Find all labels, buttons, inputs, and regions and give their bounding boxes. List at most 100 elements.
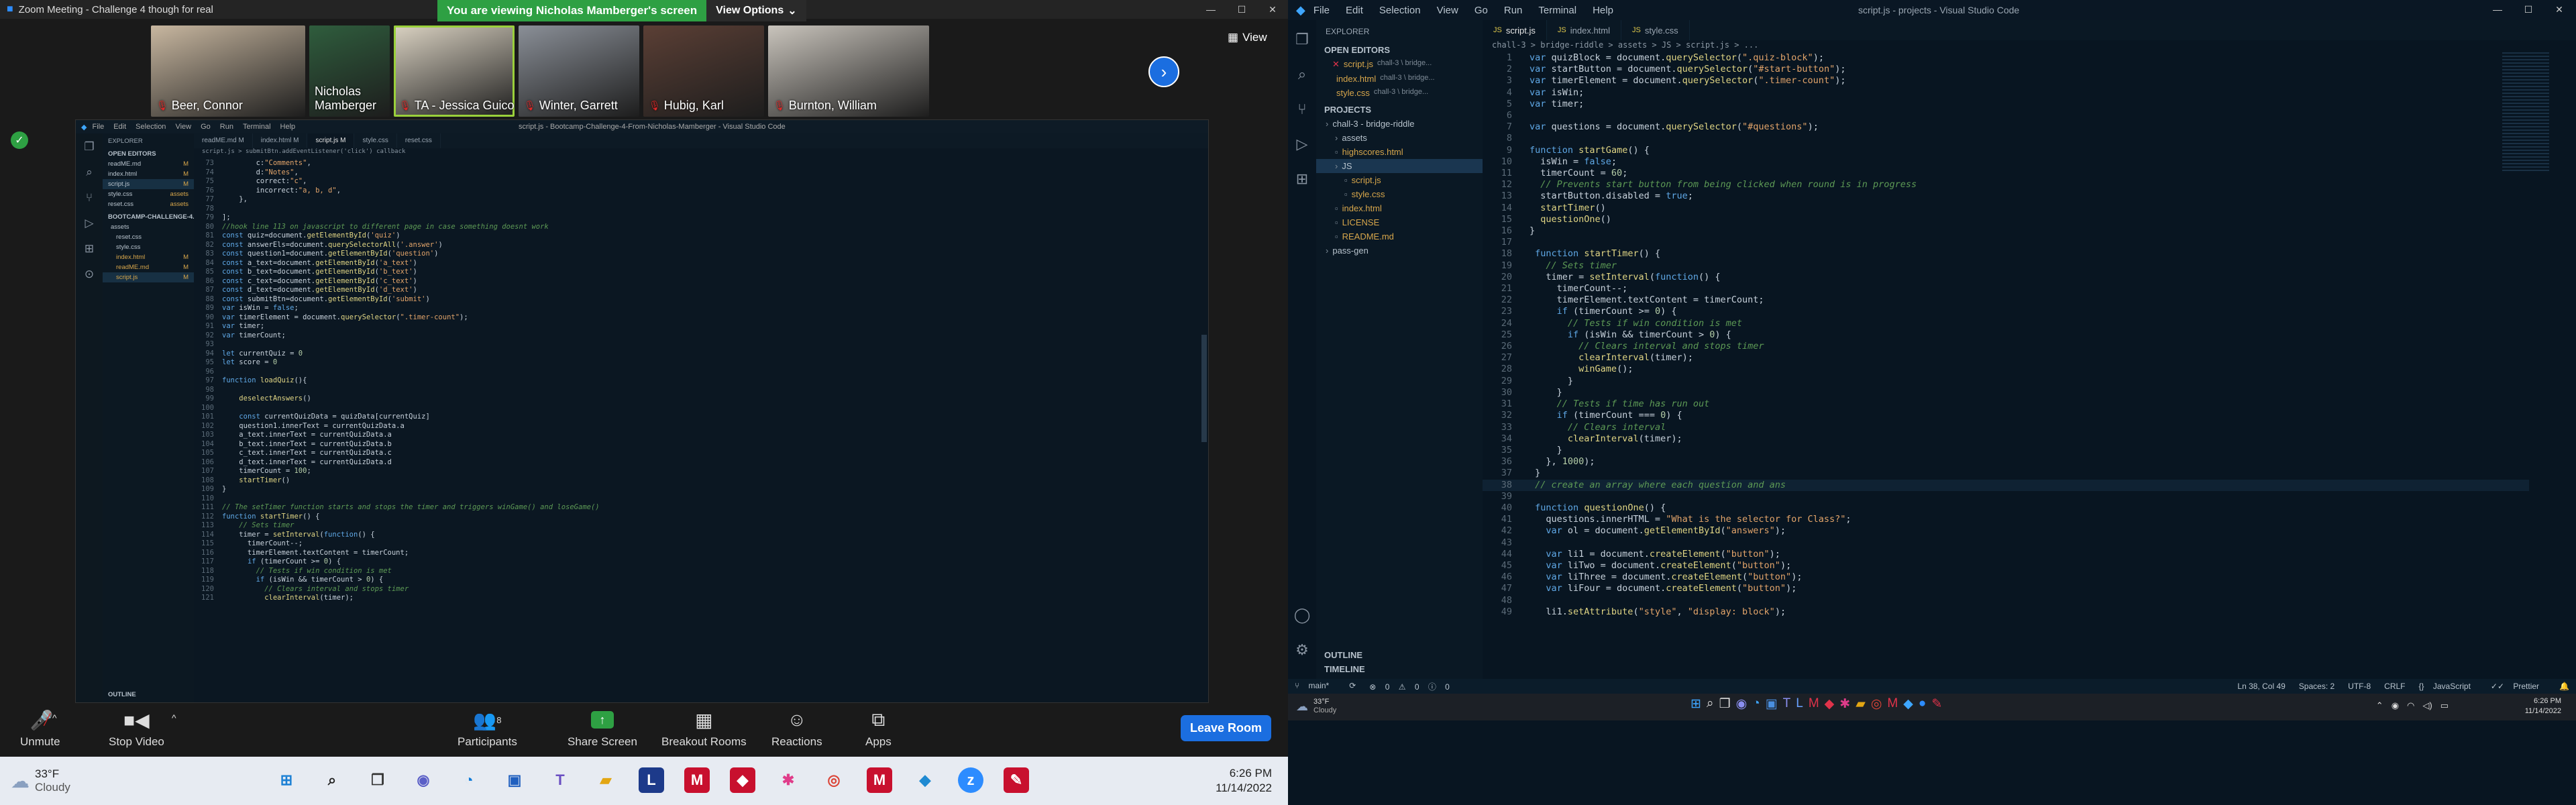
- explorer-icon[interactable]: ❐: [1295, 31, 1309, 48]
- menu-item-selection[interactable]: Selection: [136, 123, 166, 131]
- view-options-button[interactable]: View Options ⌄: [706, 0, 806, 21]
- mcafee-icon[interactable]: M: [1809, 696, 1819, 712]
- menu-item-run[interactable]: Run: [1504, 5, 1523, 16]
- folder-item[interactable]: › assets: [1316, 131, 1483, 145]
- task-view-icon[interactable]: ❐: [1719, 696, 1731, 712]
- edge-browser-icon[interactable]: ◔: [1752, 696, 1760, 712]
- code-area[interactable]: 1 var quizBlock = document.querySelector(…: [1483, 52, 2529, 679]
- stop-video-button[interactable]: ■◀ Stop Video: [109, 710, 164, 749]
- file-explorer-icon[interactable]: ▰: [593, 767, 619, 793]
- view-layout-button[interactable]: ▦ View: [1228, 31, 1267, 44]
- teams-chat-icon[interactable]: ◉: [411, 767, 436, 793]
- weather-widget[interactable]: ☁ 33°F Cloudy: [1296, 698, 1336, 715]
- explorer-icon[interactable]: ❐: [84, 140, 94, 154]
- file-item[interactable]: ▫ highscores.html: [1316, 145, 1483, 159]
- outline-section[interactable]: OUTLINE: [103, 690, 142, 700]
- editor-tab[interactable]: JS style.css: [1621, 20, 1690, 40]
- volume-icon[interactable]: ◁): [2422, 700, 2432, 711]
- run-debug-icon[interactable]: ▷: [1297, 136, 1308, 153]
- vscode-icon[interactable]: ◆: [912, 767, 938, 793]
- cursor-position[interactable]: Ln 38, Col 49: [2237, 682, 2285, 691]
- folder-item[interactable]: › chall-3 - bridge-riddle: [1316, 117, 1483, 131]
- close-icon[interactable]: ✕: [1257, 0, 1288, 19]
- tray-chevron-icon[interactable]: ⌃: [2376, 700, 2383, 711]
- menu-item-terminal[interactable]: Terminal: [1538, 5, 1576, 16]
- slack-icon[interactable]: ✱: [1839, 696, 1850, 712]
- prettier-status[interactable]: ✓✓ Prettier: [2491, 682, 2546, 691]
- teams-icon[interactable]: T: [1783, 696, 1791, 712]
- open-editor-item[interactable]: script.js M: [103, 179, 194, 189]
- branch-status[interactable]: ⑂ main*: [1295, 681, 1336, 692]
- reactions-button[interactable]: ☺ Reactions: [771, 709, 822, 749]
- breakout-rooms-button[interactable]: ▦ Breakout Rooms: [661, 710, 747, 749]
- extensions-icon[interactable]: ⊞: [1296, 170, 1308, 188]
- menu-item-view[interactable]: View: [175, 123, 191, 131]
- language-mode[interactable]: {} JavaScript: [2419, 682, 2477, 691]
- mcafee-app-icon[interactable]: M: [867, 767, 892, 793]
- folder-item[interactable]: › JS: [1316, 159, 1483, 173]
- participants-button[interactable]: 👥 8 Participants: [458, 710, 517, 749]
- tree-item[interactable]: reset.css: [103, 232, 194, 242]
- mcafee-icon[interactable]: M: [684, 767, 710, 793]
- start-icon[interactable]: ⊞: [1690, 696, 1701, 712]
- minimap[interactable]: [2502, 52, 2549, 173]
- editor-tab[interactable]: style.css: [354, 133, 397, 148]
- app-l-icon[interactable]: L: [639, 767, 664, 793]
- project-section[interactable]: BOOTCAMP-CHALLENGE-4...: [103, 212, 198, 222]
- clock[interactable]: 6:26 PM 11/14/2022: [1216, 766, 1272, 796]
- tree-item[interactable]: style.css: [103, 242, 194, 252]
- file-item[interactable]: ▫ script.js: [1316, 173, 1483, 187]
- file-item[interactable]: ▫ LICENSE: [1316, 215, 1483, 229]
- menu-item-view[interactable]: View: [1437, 5, 1458, 16]
- tray-app-icon[interactable]: ◉: [2392, 700, 2399, 711]
- task-view-icon[interactable]: ❐: [365, 767, 390, 793]
- participant-tile[interactable]: 🎙 Hubig, Karl: [643, 25, 764, 117]
- file-item[interactable]: ▫ style.css: [1316, 187, 1483, 201]
- leave-room-button[interactable]: Leave Room: [1181, 715, 1272, 741]
- chrome-icon[interactable]: ◎: [821, 767, 847, 793]
- open-editor-item[interactable]: ✕ script.js chall-3 \ bridge...: [1316, 57, 1483, 72]
- notifications-bell-icon[interactable]: 🔔: [2559, 682, 2569, 691]
- teams-chat-icon[interactable]: ◉: [1736, 696, 1748, 712]
- menu-item-terminal[interactable]: Terminal: [243, 123, 271, 131]
- chrome-icon[interactable]: ◎: [1871, 696, 1882, 712]
- menu-item-file[interactable]: File: [92, 123, 104, 131]
- close-icon[interactable]: ✕: [1332, 59, 1340, 70]
- participant-tile[interactable]: Nicholas Mamberger: [309, 25, 390, 117]
- minimize-icon[interactable]: —: [2482, 0, 2513, 19]
- account-icon[interactable]: ◯: [1294, 606, 1311, 624]
- run-debug-icon[interactable]: ▷: [85, 217, 93, 230]
- sync-icon[interactable]: ⟳: [1349, 681, 1356, 692]
- maximize-icon[interactable]: ☐: [1226, 0, 1257, 19]
- app-red-icon[interactable]: ✎: [1004, 767, 1029, 793]
- shared-editor-scrollbar[interactable]: [1201, 335, 1207, 442]
- menu-item-edit[interactable]: Edit: [1346, 5, 1363, 16]
- open-editor-item[interactable]: style.css assets: [103, 189, 194, 199]
- editor-tab[interactable]: index.html M: [253, 133, 308, 148]
- eol-status[interactable]: CRLF: [2384, 682, 2405, 691]
- menu-item-go[interactable]: Go: [1474, 5, 1488, 16]
- wifi-icon[interactable]: ◠: [2407, 700, 2414, 711]
- menu-item-file[interactable]: File: [1313, 5, 1330, 16]
- settings-gear-icon[interactable]: ⚙: [1295, 641, 1309, 659]
- tree-item[interactable]: readME.md M: [103, 262, 194, 272]
- file-item[interactable]: ▫ README.md: [1316, 229, 1483, 244]
- outline-section[interactable]: OUTLINE: [1316, 648, 1483, 662]
- open-editor-item[interactable]: reset.css assets: [103, 199, 194, 209]
- menu-item-help[interactable]: Help: [1593, 5, 1613, 16]
- tree-item[interactable]: script.js M: [103, 272, 194, 282]
- vscode-icon[interactable]: ◆: [1903, 696, 1913, 712]
- menu-item-help[interactable]: Help: [280, 123, 296, 131]
- editor-tab[interactable]: JS index.html: [1547, 20, 1621, 40]
- clock[interactable]: 6:26 PM 11/14/2022: [2525, 696, 2561, 716]
- gallery-next-page-button[interactable]: ›: [1148, 56, 1179, 87]
- close-icon[interactable]: ✕: [2544, 0, 2575, 19]
- file-explorer-icon[interactable]: ▰: [1856, 696, 1866, 712]
- slack-icon[interactable]: ✱: [775, 767, 801, 793]
- participant-tile[interactable]: 🎙 Winter, Garrett: [519, 25, 639, 117]
- teams-icon[interactable]: T: [547, 767, 573, 793]
- menu-item-run[interactable]: Run: [220, 123, 233, 131]
- editor-tab[interactable]: reset.css: [397, 133, 441, 148]
- search-icon[interactable]: ⌕: [1707, 696, 1714, 712]
- indentation-status[interactable]: Spaces: 2: [2299, 682, 2334, 691]
